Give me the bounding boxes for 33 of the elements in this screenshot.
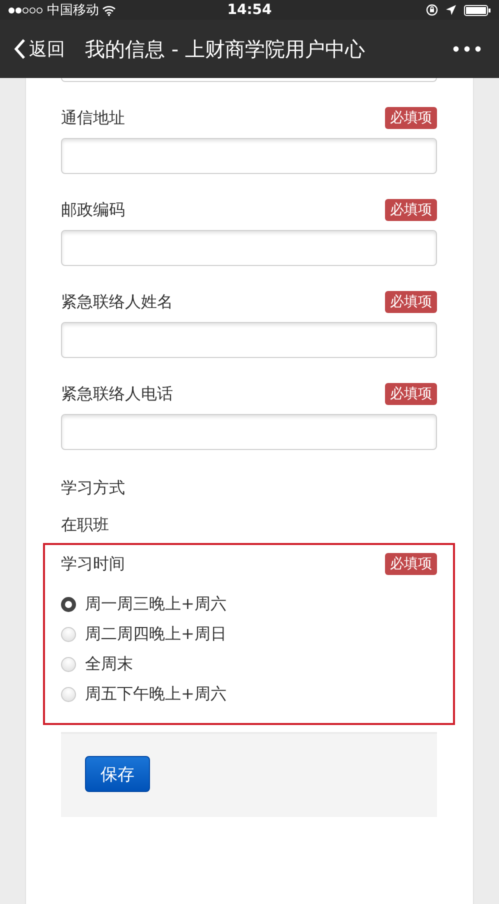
back-button[interactable]: 返回: [14, 37, 65, 61]
required-tag: 必填项: [385, 383, 437, 405]
field-value: 在职班: [61, 514, 110, 536]
rotation-lock-icon: [426, 4, 438, 16]
location-arrow-icon: [446, 5, 456, 15]
radio-option[interactable]: 全周末: [61, 649, 437, 679]
required-tag: 必填项: [385, 553, 437, 575]
battery-icon: [464, 4, 492, 16]
radio-option[interactable]: 周一周三晚上+周六: [61, 589, 437, 619]
wifi-icon: [102, 4, 116, 16]
clock-time: 14:54: [227, 2, 272, 18]
chevron-left-icon: [14, 38, 26, 60]
required-tag: 必填项: [385, 107, 437, 129]
input-field[interactable]: [61, 414, 437, 450]
required-tag: 必填项: [385, 291, 437, 313]
carrier-name: 中国移动: [47, 2, 99, 19]
input-field[interactable]: [61, 230, 437, 266]
radio-option[interactable]: 周五下午晚上+周六: [61, 679, 437, 709]
input-field[interactable]: [61, 78, 437, 82]
radio-option[interactable]: 周二周四晚上+周日: [61, 619, 437, 649]
input-field[interactable]: [61, 322, 437, 358]
field-label: 紧急联络人姓名: [61, 292, 173, 312]
field-label: 紧急联络人电话: [61, 384, 173, 404]
field-label: 学习方式: [61, 477, 126, 499]
required-tag: 必填项: [385, 199, 437, 221]
field-label: 通信地址: [61, 108, 125, 128]
save-button[interactable]: 保存: [85, 756, 150, 792]
radio-button[interactable]: [61, 596, 76, 612]
field-label: 邮政编码: [61, 200, 125, 220]
input-field[interactable]: [61, 138, 437, 174]
field-label: 学习时间: [61, 554, 125, 574]
signal-icon: [8, 6, 44, 14]
page-title: 我的信息 - 上财商学院用户中心: [85, 36, 366, 62]
